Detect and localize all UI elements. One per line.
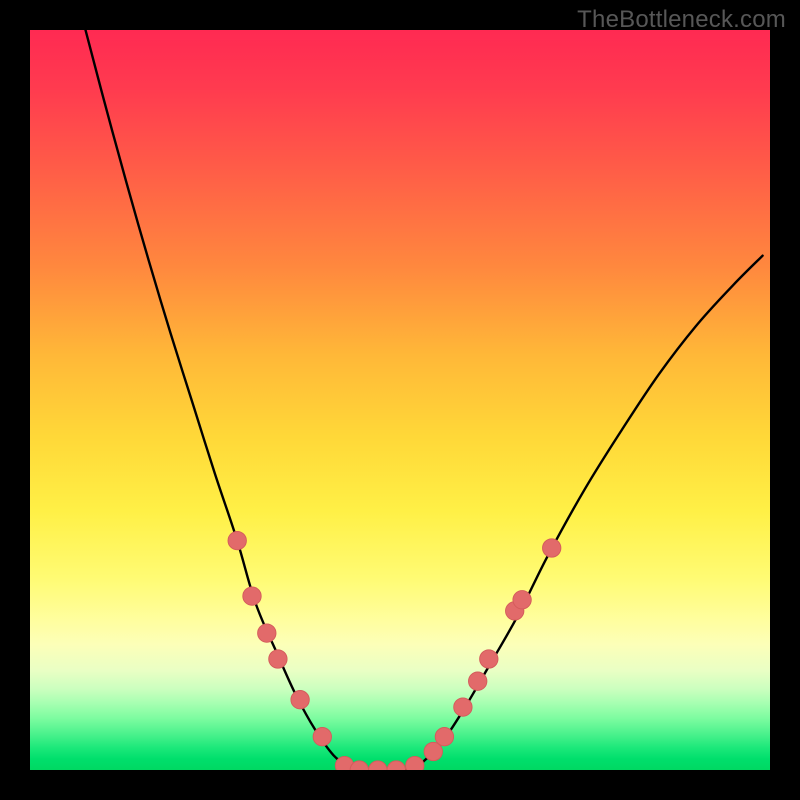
data-marker (313, 728, 331, 746)
data-marker (258, 624, 276, 642)
curve-markers (228, 531, 561, 770)
outer-frame: TheBottleneck.com (0, 0, 800, 800)
data-marker (513, 591, 531, 609)
data-marker (543, 539, 561, 557)
data-marker (243, 587, 261, 605)
data-marker (454, 698, 472, 716)
chart-svg (30, 30, 770, 770)
data-marker (435, 728, 453, 746)
data-marker (228, 531, 246, 549)
data-marker (291, 691, 309, 709)
watermark-text: TheBottleneck.com (577, 6, 786, 34)
plot-area (30, 30, 770, 770)
data-marker (387, 761, 405, 770)
data-marker (406, 756, 424, 770)
curve-line (86, 30, 763, 770)
data-marker (269, 650, 287, 668)
data-marker (480, 650, 498, 668)
data-marker (469, 672, 487, 690)
bottleneck-curve (86, 30, 763, 770)
data-marker (369, 761, 387, 770)
